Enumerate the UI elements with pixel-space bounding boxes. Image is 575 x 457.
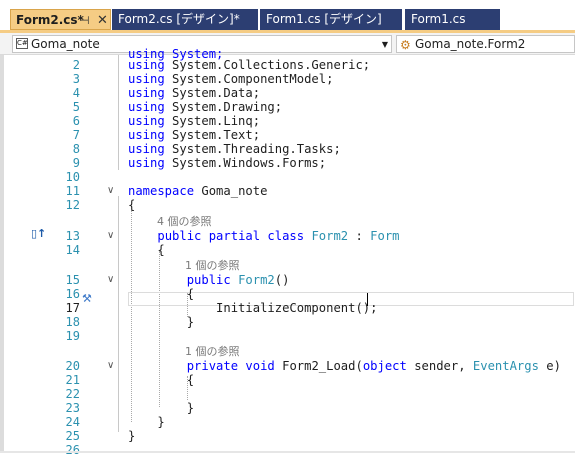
code-text: using System.Text; — [128, 128, 261, 142]
code-line: 23 } — [0, 401, 575, 415]
code-editor[interactable]: using System; ▯↑ ⚒ 2 using System.Collect… — [0, 47, 575, 457]
code-text: using System.Threading.Tasks; — [128, 142, 341, 156]
tab-label: Form1.cs [デザイン] — [266, 12, 382, 26]
line-number: 3 — [72, 72, 80, 86]
fold-chevron-icon[interactable]: ∨ — [107, 359, 114, 373]
line-number: 25 — [65, 429, 80, 443]
fold-chevron-icon[interactable]: ∨ — [107, 273, 114, 287]
codelens-reference-count: 4 個の参照 — [0, 215, 575, 229]
code-text: { — [128, 198, 136, 212]
line-number: 26 — [65, 443, 80, 457]
line-number: 14 — [65, 243, 80, 257]
code-text: } — [128, 429, 136, 443]
tab-label: Form2.cs* — [16, 13, 84, 27]
code-line: 8 using System.Threading.Tasks; — [0, 142, 575, 156]
tab-form1-cs[interactable]: Form1.cs — [405, 9, 500, 30]
code-text: } — [128, 415, 165, 429]
line-number: 16 — [65, 287, 80, 301]
line-number: 24 — [65, 415, 80, 429]
tab-label: Form1.cs — [411, 12, 466, 26]
code-text: using System.Collections.Generic; — [128, 58, 371, 72]
line-number: 8 — [72, 142, 80, 156]
code-text: } — [128, 315, 195, 329]
code-line: 15 ∨ public Form2() — [0, 273, 575, 287]
codelens-text[interactable]: 1 個の参照 — [185, 259, 240, 273]
pin-icon[interactable]: ⊣ — [80, 10, 90, 29]
tab-label: Form2.cs [デザイン]* — [118, 12, 240, 26]
line-number: 11 — [65, 184, 80, 198]
line-number: 10 — [65, 170, 80, 184]
codelens-reference-count: 1 個の参照 — [0, 345, 575, 359]
line-number: 13 — [65, 229, 80, 243]
code-text: using System.Data; — [128, 86, 261, 100]
line-number: 15 — [65, 273, 80, 287]
code-text: InitializeComponent(); — [128, 301, 378, 315]
code-text: using System.Drawing; — [128, 100, 283, 114]
line-number: 18 — [65, 315, 80, 329]
line-number: 22 — [65, 387, 80, 401]
codelens-reference-count: 1 個の参照 — [0, 259, 575, 273]
code-line: 24 } — [0, 415, 575, 429]
code-line: 3 using System.ComponentModel; — [0, 72, 575, 86]
code-text: using System.ComponentModel; — [128, 72, 334, 86]
line-number: 21 — [65, 373, 80, 387]
code-text: } — [128, 401, 195, 415]
close-icon[interactable]: ✕ — [97, 10, 108, 29]
code-line: 21 { — [0, 373, 575, 387]
line-number: 19 — [65, 329, 80, 343]
line-number: 9 — [72, 156, 80, 170]
code-line: 2 using System.Collections.Generic; — [0, 58, 575, 72]
code-line: 14 { — [0, 243, 575, 257]
fold-chevron-icon[interactable]: ∨ — [107, 229, 114, 243]
line-number: 6 — [72, 114, 80, 128]
code-text: { — [128, 287, 195, 301]
code-line: 10 — [0, 170, 575, 184]
line-number: 4 — [72, 86, 80, 100]
line-number: 2 — [72, 58, 80, 72]
line-number: 23 — [65, 401, 80, 415]
code-text: public partial class Form2 : Form — [157, 229, 400, 243]
code-text: using System.Linq; — [128, 114, 261, 128]
code-line: 7 using System.Text; — [0, 128, 575, 142]
fold-chevron-icon[interactable]: ∨ — [107, 184, 114, 198]
code-line: 13 ∨ public partial class Form2 : Form — [0, 229, 575, 243]
code-line: 9 using System.Windows.Forms; — [0, 156, 575, 170]
tab-form2-designer[interactable]: Form2.cs [デザイン]* — [112, 9, 258, 30]
code-line: 4 using System.Data; — [0, 86, 575, 100]
line-number: 7 — [72, 128, 80, 142]
code-text: namespace Goma_note — [128, 184, 268, 198]
codelens-text[interactable]: 4 個の参照 — [157, 215, 212, 229]
line-number: 20 — [65, 359, 80, 373]
code-line: 25} — [0, 429, 575, 443]
code-line: 26 — [0, 443, 575, 457]
codelens-text[interactable]: 1 個の参照 — [185, 345, 240, 359]
code-line: 16 { — [0, 287, 575, 301]
code-line: 17 InitializeComponent(); — [0, 301, 575, 315]
code-text: { — [128, 243, 165, 257]
code-line: 20 ∨ private void Form2_Load(object sende… — [0, 359, 575, 373]
code-line: 22 — [0, 387, 575, 401]
code-text: private void Form2_Load(object sender, E… — [186, 359, 561, 373]
code-line: 6 using System.Linq; — [0, 114, 575, 128]
code-line: 18 } — [0, 315, 575, 329]
code-line: 5 using System.Drawing; — [0, 100, 575, 114]
line-number: 17 — [65, 301, 80, 315]
line-number: 12 — [65, 198, 80, 212]
code-text: public Form2() — [186, 273, 290, 287]
text-caret — [367, 293, 368, 306]
code-text: { — [128, 373, 195, 387]
line-number: 5 — [72, 100, 80, 114]
tab-form2-cs[interactable]: Form2.cs* ⊣ ✕ — [10, 9, 111, 30]
document-tab-strip: Form2.cs* ⊣ ✕ Form2.cs [デザイン]* Form1.cs … — [0, 0, 575, 33]
code-line: 11 ∨ namespace Goma_note — [0, 184, 575, 198]
code-text: using System.Windows.Forms; — [128, 156, 327, 170]
code-line: 19 — [0, 329, 575, 343]
code-line: 12 { — [0, 198, 575, 212]
tab-form1-designer[interactable]: Form1.cs [デザイン] — [260, 9, 402, 30]
